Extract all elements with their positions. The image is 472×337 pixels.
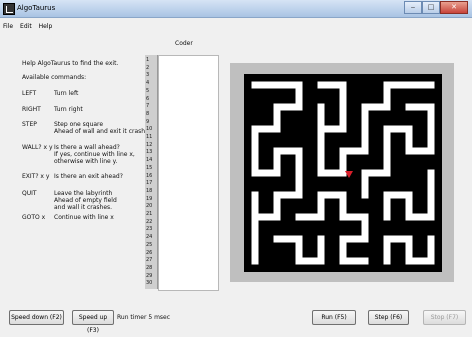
cmd-step: STEP xyxy=(22,121,37,128)
cmd-step-desc: Step one square Ahead of wall and exit i… xyxy=(54,121,154,135)
desc-line: Continue with line x xyxy=(54,214,114,221)
maze-frame xyxy=(230,63,454,282)
desc-line: otherwise with line y. xyxy=(54,158,118,165)
maze-walls xyxy=(251,81,435,265)
desc-line: Step one square xyxy=(54,121,104,128)
cmd-wall: WALL? x y xyxy=(22,144,53,151)
window-title: AlgoTaurus xyxy=(17,4,56,12)
desc-line: Leave the labyrinth xyxy=(54,190,113,197)
run-timer-label: Run timer 5 msec xyxy=(117,314,171,321)
cmd-wall-desc: Is there a wall ahead? If yes, continue … xyxy=(54,144,135,165)
line-number: 25 xyxy=(146,241,153,248)
desc-line: Is there an exit ahead? xyxy=(54,173,123,180)
line-number: 17 xyxy=(146,180,153,187)
help-intro: Help AlgoTaurus to find the exit. xyxy=(22,60,119,67)
line-number: 18 xyxy=(146,187,153,194)
coder-label: Coder xyxy=(175,40,193,47)
line-number: 30 xyxy=(146,280,153,287)
step-button[interactable]: Step (F6) xyxy=(368,310,409,325)
line-number: 27 xyxy=(146,257,153,264)
desc-line: Is there a wall ahead? xyxy=(54,144,120,151)
menu-bar: File Edit Help xyxy=(0,23,52,33)
cmd-left-desc: Turn left xyxy=(54,90,78,97)
maximize-button[interactable]: □ xyxy=(422,1,440,14)
line-number: 21 xyxy=(146,211,153,217)
line-number: 7 xyxy=(146,103,150,110)
line-number: 1 xyxy=(146,57,150,63)
menu-edit[interactable]: Edit xyxy=(20,23,32,33)
line-number: 15 xyxy=(146,164,153,171)
close-button[interactable]: ✕ xyxy=(440,1,468,14)
desc-line: If yes, continue with line x, xyxy=(54,151,135,158)
desc-line: Turn left xyxy=(54,90,79,97)
bottom-toolbar: Speed down (F2) Speed up (F3) Run timer … xyxy=(0,307,472,334)
cmd-left: LEFT xyxy=(22,90,37,97)
cmd-quit: QUIT xyxy=(22,190,37,197)
line-number: 8 xyxy=(146,110,150,117)
maze-board xyxy=(244,74,442,272)
cmd-exit-desc: Is there an exit ahead? xyxy=(54,173,123,180)
cmd-goto-desc: Continue with line x xyxy=(54,214,114,221)
line-number: 14 xyxy=(146,157,153,164)
line-number: 29 xyxy=(146,272,153,279)
line-number: 4 xyxy=(146,80,150,87)
line-number: 16 xyxy=(146,172,153,179)
help-available: Available commands: xyxy=(22,74,87,81)
desc-line: Ahead of empty field xyxy=(54,197,117,204)
line-number: 19 xyxy=(146,195,153,202)
line-number: 6 xyxy=(146,95,150,102)
line-number: 3 xyxy=(146,72,150,79)
title-bar: AlgoTaurus ‒ □ ✕ xyxy=(0,0,472,18)
desc-line: Turn right xyxy=(54,106,83,113)
cmd-exit: EXIT? x y xyxy=(22,173,50,180)
line-number: 26 xyxy=(146,249,153,256)
cmd-quit-desc: Leave the labyrinth Ahead of empty field… xyxy=(54,190,117,211)
desc-line: Ahead of wall and exit it crashes. xyxy=(54,128,154,135)
cmd-right-desc: Turn right xyxy=(54,106,83,113)
menu-help[interactable]: Help xyxy=(39,23,53,33)
window-controls: ‒ □ ✕ xyxy=(404,1,468,14)
line-number: 23 xyxy=(146,226,153,233)
line-number: 2 xyxy=(146,64,150,71)
cmd-right: RIGHT xyxy=(22,106,41,113)
menu-file[interactable]: File xyxy=(3,23,13,33)
maze-paths xyxy=(251,81,435,265)
minimize-button[interactable]: ‒ xyxy=(404,1,422,14)
code-editor[interactable] xyxy=(158,55,219,291)
line-number: 22 xyxy=(146,218,153,225)
line-number: 20 xyxy=(146,203,153,210)
run-button[interactable]: Run (F5) xyxy=(312,310,356,325)
speed-up-button[interactable]: Speed up (F3) xyxy=(72,310,114,334)
line-number: 28 xyxy=(146,264,153,271)
speed-down-button[interactable]: Speed down (F2) xyxy=(9,310,64,325)
line-number: 5 xyxy=(146,87,150,94)
desc-line: and wall it crashes. xyxy=(54,204,113,211)
stop-button[interactable]: Stop (F7) xyxy=(423,310,466,325)
line-number: 24 xyxy=(146,234,153,241)
line-number: 13 xyxy=(146,149,153,156)
robot-marker xyxy=(345,171,353,178)
app-icon xyxy=(3,3,15,15)
line-number-gutter: 1 2 3 4 5 6 7 8 9 10 11 12 13 14 15 16 17 18 19 20 21 22 23 24 2… xyxy=(145,55,158,289)
line-number: 10 xyxy=(146,126,153,133)
line-number: 9 xyxy=(146,118,150,125)
cmd-goto: GOTO x xyxy=(22,214,46,221)
line-number: 12 xyxy=(146,141,153,148)
line-number: 11 xyxy=(146,134,153,140)
